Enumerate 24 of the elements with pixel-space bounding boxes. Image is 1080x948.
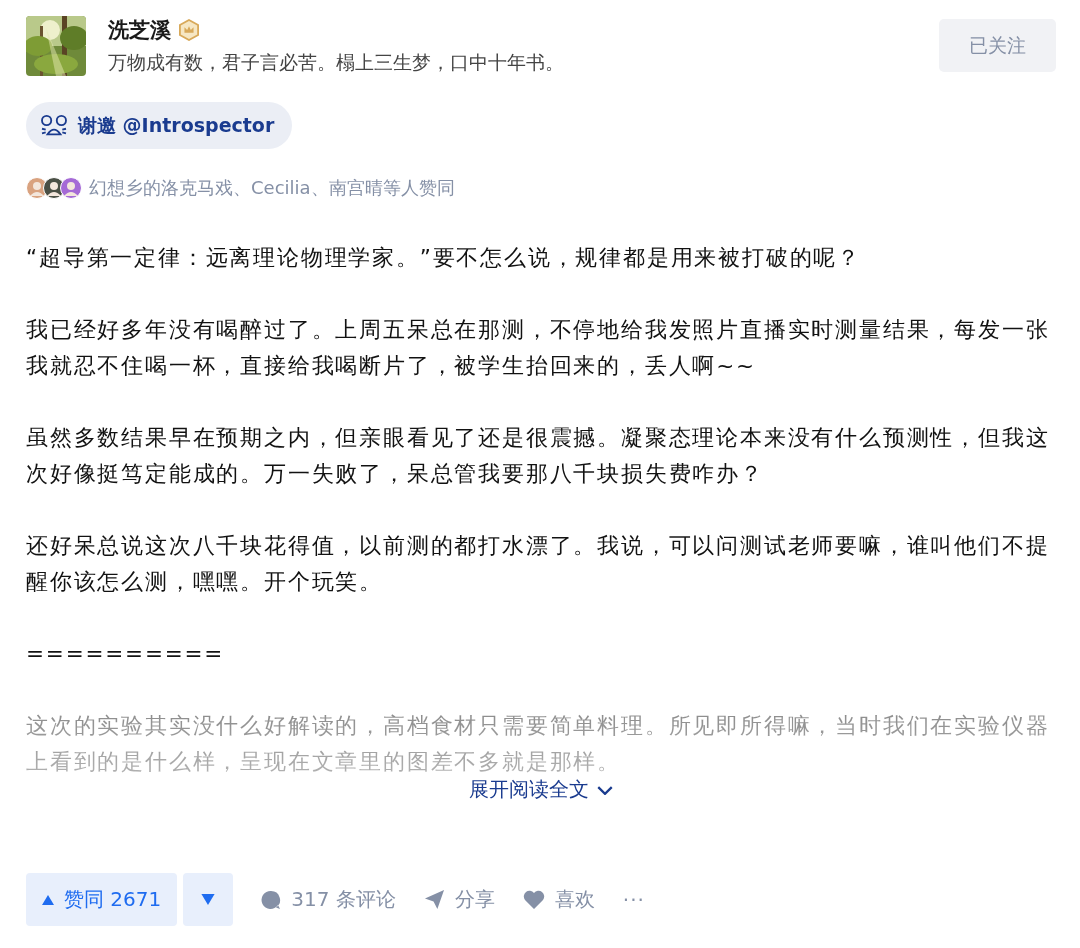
voters-text: 幻想乡的洛克马戏、Cecilia、南宫晴等人赞同	[89, 176, 455, 200]
answer-paragraph: 虽然多数结果早在预期之内，但亲眼看见了还是很震撼。凝聚态理论本来没有什么预测性，但我这次好像挺笃定能成的。万一失败了，呆总管我要那八千块损失费咋办？	[26, 424, 1051, 488]
paper-plane-icon	[423, 889, 445, 910]
comments-button[interactable]: 317 条评论	[261, 886, 396, 913]
author-name[interactable]: 洗芝溪	[108, 16, 171, 44]
triangle-up-icon	[42, 894, 54, 905]
triangle-down-icon	[201, 894, 216, 905]
invite-text: 谢邀 @Introspector	[78, 112, 275, 138]
like-button[interactable]: 喜欢	[522, 886, 595, 913]
answer-paragraph: “超导第一定律：远离理论物理学家。”要不怎么说，规律都是用来被打破的呢？	[26, 244, 863, 272]
speech-bubble-icon	[261, 889, 282, 910]
voter-avatar	[60, 177, 82, 199]
answer-paragraph: 还好呆总说这次八千块花得值，以前测的都打水漂了。我说，可以问测试老师要嘛，谁叫他们不提醒你该怎么测，嘿嘿。开个玩笑。	[26, 532, 1051, 596]
upvote-button[interactable]: 赞同 2671	[26, 873, 178, 926]
share-button[interactable]: 分享	[423, 886, 495, 913]
heart-icon	[522, 889, 545, 910]
answer-paragraph: 我已经好多年没有喝醉过了。上周五呆总在那测，不停地给我发照片直播实时测量结果，每发一张我就忍不住喝一杯，直接给我喝断片了，被学生抬回来的，丢人啊~~	[26, 316, 1051, 380]
follow-button[interactable]: 已关注	[939, 19, 1056, 72]
more-button[interactable]: ···	[622, 887, 645, 912]
author-bio: 万物成有数，君子言必苦。榻上三生梦，口中十年书。	[108, 50, 565, 75]
crown-badge-icon	[179, 19, 199, 41]
answer-paragraph: ==========	[26, 640, 226, 668]
downvote-button[interactable]	[183, 873, 234, 926]
chevron-down-icon	[597, 786, 613, 795]
